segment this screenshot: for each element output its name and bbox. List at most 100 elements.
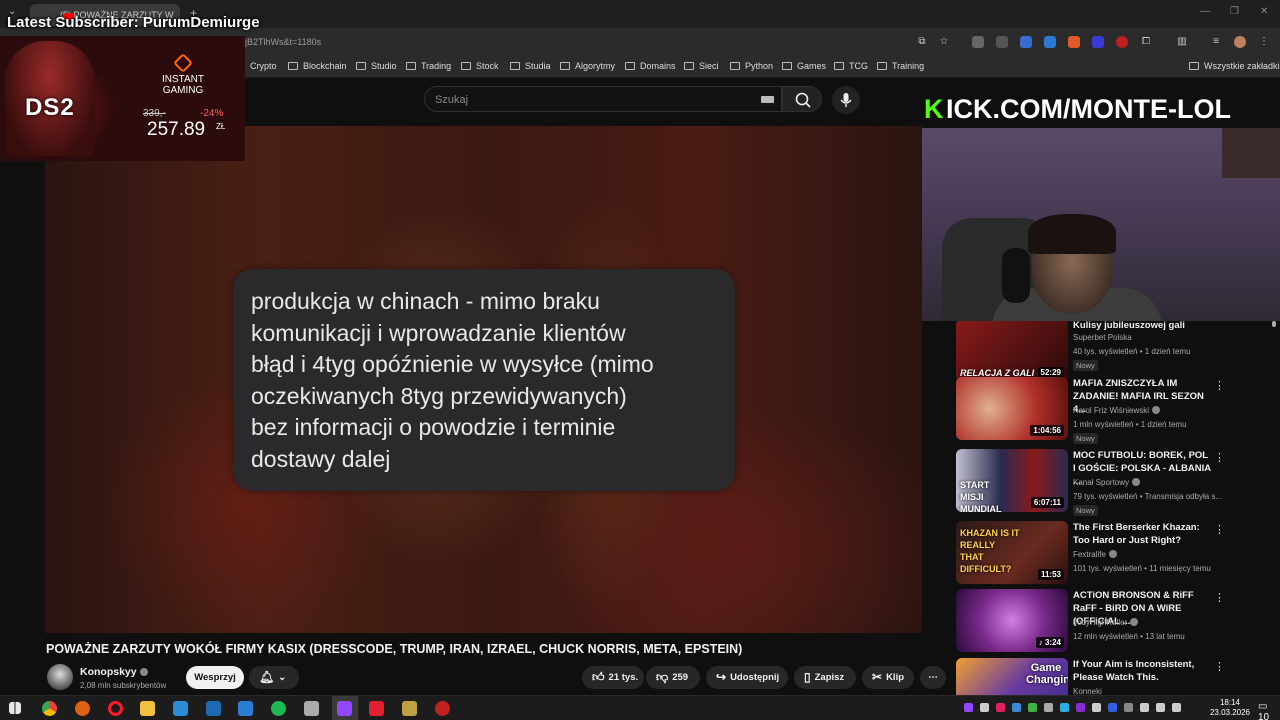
video-title[interactable]: Kulisy jubileuszowej gali bbox=[1073, 321, 1213, 332]
tray-icon[interactable] bbox=[1060, 703, 1069, 712]
notification-center-button[interactable]: ▭ 10 bbox=[1258, 701, 1280, 720]
video-title[interactable]: The First Berserker Khazan: Too Hard or … bbox=[1073, 521, 1213, 547]
more-options-icon[interactable]: ⋮ bbox=[1214, 451, 1225, 464]
channel-avatar[interactable] bbox=[47, 664, 73, 690]
video-title[interactable]: If Your Aim is Inconsistent, Please Watc… bbox=[1073, 658, 1213, 684]
extension-icon[interactable] bbox=[996, 36, 1008, 48]
extension-icon[interactable] bbox=[1044, 36, 1056, 48]
spotify-icon[interactable] bbox=[271, 701, 286, 716]
more-options-icon[interactable]: ⋮ bbox=[1214, 379, 1225, 392]
support-button[interactable]: Wesprzyj bbox=[186, 666, 244, 689]
brave-icon[interactable] bbox=[75, 701, 90, 716]
bookmark-trading[interactable]: Trading bbox=[406, 61, 451, 71]
browser-menu-icon[interactable]: ⋮ bbox=[1258, 36, 1270, 48]
bookmark-algorytmy[interactable]: Algorytmy bbox=[560, 61, 615, 71]
extension-icon[interactable] bbox=[1116, 36, 1128, 48]
all-bookmarks[interactable]: Wszystkie zakładki bbox=[1189, 61, 1280, 71]
chrome-icon[interactable] bbox=[42, 701, 57, 716]
bookmark-training[interactable]: Training bbox=[877, 61, 924, 71]
extension-icon[interactable] bbox=[1068, 36, 1080, 48]
tray-icon[interactable] bbox=[1012, 703, 1021, 712]
tray-icon[interactable] bbox=[1028, 703, 1037, 712]
network-icon[interactable] bbox=[1156, 703, 1165, 712]
windows-start-icon[interactable] bbox=[9, 702, 21, 714]
tray-icon[interactable] bbox=[1092, 703, 1101, 712]
tray-icon[interactable] bbox=[980, 703, 989, 712]
bookmark-crypto[interactable]: Crypto bbox=[250, 61, 277, 71]
bluetooth-icon[interactable] bbox=[1124, 703, 1133, 712]
channel-name[interactable]: Karol Friz Wiśniewski bbox=[1073, 406, 1161, 415]
extensions-puzzle-icon[interactable]: ⧠ bbox=[1140, 36, 1152, 48]
save-button[interactable]: ▯ Zapisz bbox=[794, 666, 856, 689]
system-clock[interactable]: 18:14 23.03.2026 bbox=[1206, 698, 1254, 718]
tray-icon[interactable] bbox=[1076, 703, 1085, 712]
clip-button[interactable]: ✂ Klip bbox=[862, 666, 914, 689]
recommended-video-card[interactable]: KHAZAN IS IT REALLY THAT DIFFICULT? 11:5… bbox=[956, 521, 1280, 589]
tray-icon[interactable] bbox=[996, 703, 1005, 712]
video-thumbnail[interactable]: ♪ 3:24 bbox=[956, 589, 1068, 652]
video-thumbnail[interactable]: START MISJI MUNDIAL 6:07:11 bbox=[956, 449, 1068, 512]
app-icon[interactable] bbox=[369, 701, 384, 716]
side-panel-icon[interactable]: ▥ bbox=[1176, 36, 1188, 48]
search-input[interactable]: Szukaj bbox=[424, 86, 782, 112]
more-options-icon[interactable]: ⋮ bbox=[1214, 660, 1225, 673]
video-player[interactable]: produkcja w chinach - mimo braku komunik… bbox=[45, 126, 922, 633]
file-explorer-icon[interactable] bbox=[140, 701, 155, 716]
bookmark-studio[interactable]: Studio bbox=[356, 61, 397, 71]
reading-list-icon[interactable]: ≡ bbox=[1210, 36, 1222, 48]
channel-name[interactable]: Kanał Sportowy bbox=[1073, 478, 1141, 487]
recommended-video-card[interactable]: Game Changing If Your Aim is Inconsisten… bbox=[956, 658, 1280, 695]
sidebar-scrollbar[interactable] bbox=[1272, 321, 1276, 327]
like-button[interactable]: 👍︎ 21 tys. bbox=[582, 666, 644, 689]
bookmark-blockchain[interactable]: Blockchain bbox=[288, 61, 347, 71]
channel-name-main[interactable]: Konopskyy bbox=[80, 666, 148, 678]
battery-icon[interactable] bbox=[1140, 703, 1149, 712]
bookmark-sieci[interactable]: Sieci bbox=[684, 61, 719, 71]
keyboard-icon[interactable] bbox=[761, 96, 774, 103]
channel-name[interactable]: JodyHighRoller bbox=[1073, 618, 1139, 627]
tray-icon[interactable] bbox=[1108, 703, 1117, 712]
channel-name[interactable]: Superbet Polska bbox=[1073, 333, 1132, 342]
voice-search-button[interactable] bbox=[832, 86, 860, 114]
bookmark-star-icon[interactable]: ☆ bbox=[938, 36, 950, 48]
maximize-button[interactable]: ❐ bbox=[1230, 6, 1239, 17]
video-thumbnail[interactable]: RELACJA Z GALI 52:29 bbox=[956, 321, 1068, 382]
tray-icon[interactable] bbox=[964, 703, 973, 712]
vscode-icon[interactable] bbox=[173, 701, 188, 716]
bookmark-domains[interactable]: Domains bbox=[625, 61, 676, 71]
app-icon[interactable] bbox=[206, 701, 221, 716]
obs-icon[interactable] bbox=[337, 701, 352, 716]
video-thumbnail[interactable]: KHAZAN IS IT REALLY THAT DIFFICULT? 11:5… bbox=[956, 521, 1068, 584]
video-thumbnail[interactable]: 1:04:56 bbox=[956, 377, 1068, 440]
bookmark-studia[interactable]: Studia bbox=[510, 61, 551, 71]
bookmark-tcg[interactable]: TCG bbox=[834, 61, 868, 71]
recommended-video-card[interactable]: 1:04:56 MAFIA ZNISZCZYŁA IM ZADANIE! MAF… bbox=[956, 377, 1280, 445]
app-icon[interactable] bbox=[402, 701, 417, 716]
extension-icon[interactable] bbox=[1092, 36, 1104, 48]
extension-icon[interactable] bbox=[972, 36, 984, 48]
recommended-video-card[interactable]: ♪ 3:24 ACTiON BRONSON & RiFF RaFF - BiRD… bbox=[956, 589, 1280, 657]
minimize-button[interactable]: — bbox=[1200, 6, 1210, 17]
dislike-button[interactable]: 👎︎ 259 bbox=[646, 666, 700, 689]
channel-name[interactable]: Fextralife bbox=[1073, 550, 1117, 559]
install-app-icon[interactable]: ⧉ bbox=[916, 36, 928, 48]
tray-icon[interactable] bbox=[1044, 703, 1053, 712]
notification-bell-button[interactable]: 🔔︎ ⌄ bbox=[249, 666, 299, 689]
more-options-icon[interactable]: ⋮ bbox=[1214, 591, 1225, 604]
word-icon[interactable] bbox=[238, 701, 253, 716]
bookmark-games[interactable]: Games bbox=[782, 61, 826, 71]
url-text[interactable]: jB2TlhWs&t=1180s bbox=[245, 37, 321, 47]
recommended-video-card[interactable]: START MISJI MUNDIAL 6:07:11 MOC FUTBOLU:… bbox=[956, 449, 1280, 517]
channel-name[interactable]: Konneki bbox=[1073, 687, 1102, 695]
opera-icon[interactable] bbox=[108, 701, 123, 716]
close-window-button[interactable]: ✕ bbox=[1260, 6, 1268, 17]
volume-icon[interactable] bbox=[1172, 703, 1181, 712]
bookmark-stock[interactable]: Stock bbox=[461, 61, 499, 71]
calculator-icon[interactable] bbox=[304, 701, 319, 716]
app-icon[interactable] bbox=[435, 701, 450, 716]
more-actions-button[interactable]: ⋯ bbox=[920, 666, 946, 689]
profile-avatar[interactable] bbox=[1234, 36, 1246, 48]
video-thumbnail[interactable]: Game Changing bbox=[956, 658, 1068, 695]
more-options-icon[interactable]: ⋮ bbox=[1214, 523, 1225, 536]
extension-icon[interactable] bbox=[1020, 36, 1032, 48]
